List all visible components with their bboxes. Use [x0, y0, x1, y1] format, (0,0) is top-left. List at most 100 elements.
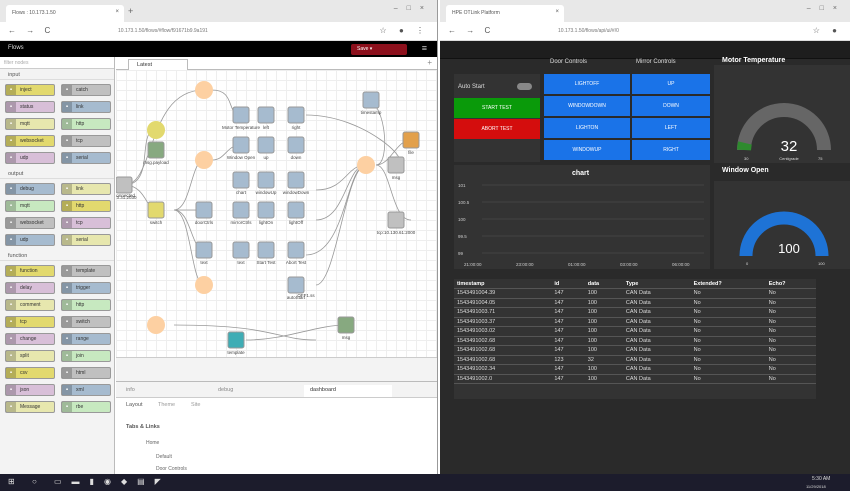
flow-node[interactable]	[195, 201, 213, 219]
palette-node[interactable]: ▪ split	[5, 350, 55, 362]
palette-node[interactable]: ▪ template	[61, 265, 111, 277]
deploy-button[interactable]: Save ▾	[351, 44, 407, 55]
mirror-button[interactable]: RIGHT	[632, 140, 710, 160]
new-tab-icon[interactable]: +	[128, 6, 133, 16]
column-header[interactable]: id	[551, 279, 585, 289]
flow-node[interactable]	[232, 136, 250, 154]
search-icon[interactable]: ○	[32, 477, 37, 486]
flow-node[interactable]	[232, 106, 250, 124]
palette-node[interactable]: ▪ join	[61, 350, 111, 362]
mirror-button[interactable]: LEFT	[632, 118, 710, 138]
column-header[interactable]: data	[584, 279, 623, 289]
browser-tab[interactable]: Flows : 10.173.1.50 ×	[6, 5, 124, 22]
palette-node[interactable]: ▪ delay	[5, 282, 55, 294]
tree-item-home[interactable]: Home	[146, 440, 159, 446]
close-icon[interactable]: ×	[115, 9, 119, 15]
palette-node[interactable]: ▪ function	[5, 265, 55, 277]
account-icons[interactable]: ☆ ●	[813, 26, 842, 35]
flow-node[interactable]	[257, 136, 275, 154]
palette-node[interactable]: ▪ inject	[5, 84, 55, 96]
palette-node[interactable]: ▪ json	[5, 384, 55, 396]
window-controls[interactable]: –□×	[807, 5, 846, 12]
column-header[interactable]: Echo?	[765, 279, 816, 289]
palette-node[interactable]: ▪ http	[61, 299, 111, 311]
function-node[interactable]	[195, 81, 213, 99]
column-header[interactable]: Type	[622, 279, 691, 289]
abort-test-button[interactable]: ABORT TEST	[454, 119, 540, 139]
close-icon[interactable]: ×	[555, 9, 559, 15]
start-icon[interactable]: ⊞	[8, 477, 15, 486]
flow-node[interactable]	[147, 141, 165, 159]
palette-node[interactable]: ▪ comment	[5, 299, 55, 311]
flow-node[interactable]	[287, 241, 305, 259]
tab-layout[interactable]: Layout	[126, 402, 143, 408]
function-node[interactable]	[195, 151, 213, 169]
scroll-area[interactable]	[116, 357, 437, 381]
flow-node[interactable]	[387, 211, 405, 229]
palette-node[interactable]: ▪ catch	[61, 84, 111, 96]
flow-node[interactable]	[147, 201, 165, 219]
flow-canvas[interactable]: Motor Temperature left right msg.payload Win…	[116, 70, 438, 357]
flow-node[interactable]	[287, 276, 305, 294]
palette-node[interactable]: ▪ link	[61, 101, 111, 113]
palette-node[interactable]: ▪ http	[61, 200, 111, 212]
url-field[interactable]: 10.173.1.50/flows/api/ui/#/0	[558, 28, 619, 34]
flow-node[interactable]	[257, 106, 275, 124]
pinned-apps[interactable]: ▭▬▮◉◆▤◤	[54, 477, 171, 486]
browser-tab[interactable]: HPE OTLink Platform ×	[446, 5, 564, 22]
flow-node[interactable]	[232, 241, 250, 259]
start-test-button[interactable]: START TEST	[454, 98, 540, 118]
tab-theme[interactable]: Theme	[158, 402, 175, 408]
palette-node[interactable]: ▪ tcp	[61, 135, 111, 147]
flow-node[interactable]	[195, 241, 213, 259]
function-node[interactable]	[195, 276, 213, 294]
flow-node[interactable]	[402, 131, 420, 149]
palette-node[interactable]: ▪ status	[5, 101, 55, 113]
nav-icons[interactable]: ← → C	[448, 26, 494, 35]
door-button[interactable]: WINDOWUP	[544, 140, 630, 160]
palette-node[interactable]: ▪ Message	[5, 401, 55, 413]
flow-node[interactable]	[257, 201, 275, 219]
menu-icon[interactable]: ≡	[422, 43, 427, 53]
door-button[interactable]: WINDOWDOWN	[544, 96, 630, 116]
palette-category[interactable]: input	[0, 69, 114, 80]
flow-diagram[interactable]: Motor Temperature left right msg.payload Win…	[116, 70, 438, 357]
palette-node[interactable]: ▪ udp	[5, 152, 55, 164]
account-icons[interactable]: ☆ ● ⋮	[380, 26, 429, 35]
palette-node[interactable]: ▪ rbe	[61, 401, 111, 413]
palette-node[interactable]: ▪ range	[61, 333, 111, 345]
flow-node[interactable]	[387, 156, 405, 174]
flow-node[interactable]	[287, 136, 305, 154]
palette-node[interactable]: ▪ trigger	[61, 282, 111, 294]
door-button[interactable]: LIGHTOFF	[544, 74, 630, 94]
mirror-button[interactable]: UP	[632, 74, 710, 94]
flow-node[interactable]	[232, 171, 250, 189]
palette-node[interactable]: ▪ http	[61, 118, 111, 130]
palette-node[interactable]: ▪ change	[5, 333, 55, 345]
palette-node[interactable]: ▪ mqtt	[5, 118, 55, 130]
nav-icons[interactable]: ← → C	[8, 26, 54, 35]
column-header[interactable]: timestamp	[454, 279, 552, 289]
auto-start-toggle[interactable]	[517, 83, 532, 90]
flow-node[interactable]	[287, 171, 305, 189]
palette-node[interactable]: ▪ link	[61, 183, 111, 195]
flow-node[interactable]	[257, 241, 275, 259]
flow-node[interactable]	[232, 201, 250, 219]
palette-node[interactable]: ▪ xml	[61, 384, 111, 396]
flow-node[interactable]	[287, 106, 305, 124]
palette-category[interactable]: output	[0, 168, 114, 179]
flow-node[interactable]	[116, 176, 133, 194]
door-button[interactable]: LIGHTON	[544, 118, 630, 138]
palette-node[interactable]: ▪ serial	[61, 152, 111, 164]
url-field[interactable]: 10.173.1.50/flows/#flow/f91671b9.9a191	[118, 28, 208, 34]
palette-node[interactable]: ▪ debug	[5, 183, 55, 195]
palette-node[interactable]: ▪ mqtt	[5, 200, 55, 212]
filter-input[interactable]: filter nodes	[0, 57, 114, 69]
palette-node[interactable]: ▪ csv	[5, 367, 55, 379]
mirror-button[interactable]: DOWN	[632, 96, 710, 116]
palette-node[interactable]: ▪ serial	[61, 234, 111, 246]
column-header[interactable]: Extended?	[690, 279, 766, 289]
window-controls[interactable]: –□×	[394, 5, 433, 12]
tree-item-default[interactable]: Default	[156, 454, 172, 460]
palette-node[interactable]: ▪ udp	[5, 234, 55, 246]
